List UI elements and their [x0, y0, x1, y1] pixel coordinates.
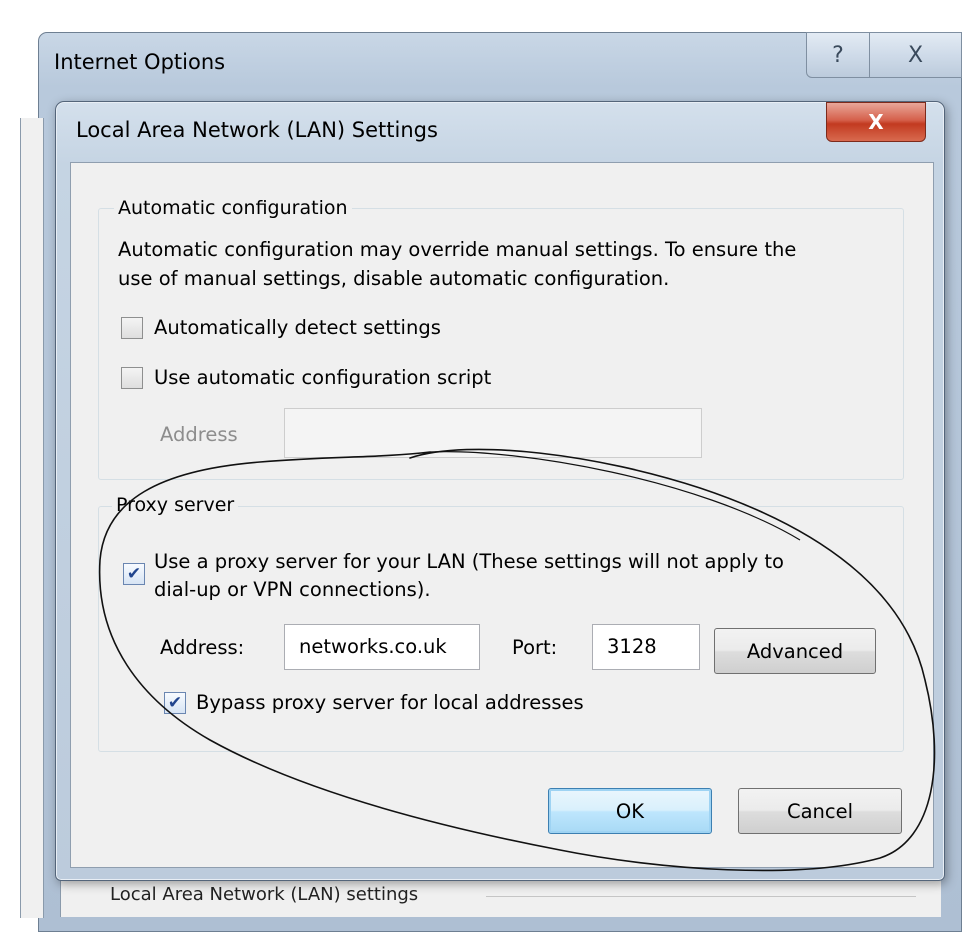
use-proxy-label-line1[interactable]: Use a proxy server for your LAN (These s…	[154, 547, 784, 576]
auto-config-description-line2: use of manual settings, disable automati…	[118, 267, 670, 290]
advanced-button[interactable]: Advanced	[714, 628, 876, 674]
use-script-checkbox[interactable]	[121, 367, 143, 389]
lan-dialog-close-button[interactable]: X	[826, 102, 926, 142]
internet-options-title: Internet Options	[54, 50, 226, 74]
bypass-local-label[interactable]: Bypass proxy server for local addresses	[196, 688, 584, 717]
auto-config-group-label: Automatic configuration	[114, 197, 352, 219]
ok-button[interactable]: OK	[548, 788, 712, 834]
internet-options-close-button[interactable]: X	[870, 32, 962, 78]
help-button[interactable]: ?	[806, 32, 870, 78]
detect-settings-checkbox[interactable]	[121, 317, 143, 339]
close-icon: X	[868, 110, 884, 134]
window-edge	[20, 118, 44, 918]
bypass-local-checkbox[interactable]: ✔	[164, 692, 186, 714]
check-mark-icon: ✔	[167, 692, 183, 713]
proxy-server-group-label: Proxy server	[112, 494, 239, 516]
proxy-port-input[interactable]: 3128	[592, 624, 700, 670]
cancel-button[interactable]: Cancel	[738, 788, 902, 834]
auto-config-description-line1: Automatic configuration may override man…	[118, 238, 797, 261]
use-proxy-checkbox[interactable]: ✔	[123, 563, 145, 585]
lan-settings-section-label: Local Area Network (LAN) settings	[110, 884, 419, 905]
proxy-port-label: Port:	[512, 636, 558, 659]
proxy-address-label: Address:	[160, 636, 245, 659]
close-icon: X	[907, 42, 924, 68]
script-address-field[interactable]	[284, 408, 702, 458]
use-proxy-label-line2[interactable]: dial-up or VPN connections).	[154, 575, 431, 604]
question-icon: ?	[832, 42, 844, 68]
use-script-label[interactable]: Use automatic configuration script	[154, 363, 491, 392]
script-address-label: Address	[160, 423, 238, 446]
proxy-address-input[interactable]: networks.co.uk	[284, 624, 480, 670]
detect-settings-label[interactable]: Automatically detect settings	[154, 313, 441, 342]
section-divider	[486, 896, 916, 897]
lan-dialog-title: Local Area Network (LAN) Settings	[76, 118, 438, 142]
check-mark-icon: ✔	[126, 563, 142, 584]
